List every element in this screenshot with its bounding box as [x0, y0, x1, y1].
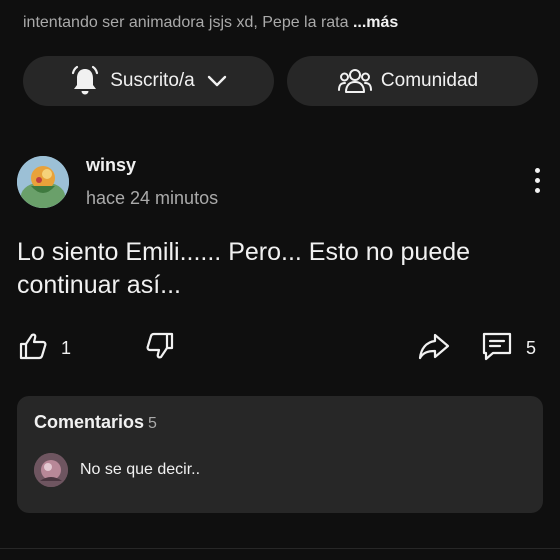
comments-count: 5 — [148, 415, 157, 432]
comment-icon — [480, 330, 514, 367]
people-icon — [337, 66, 373, 96]
more-options-icon[interactable] — [528, 168, 546, 196]
commenter-avatar — [34, 453, 68, 487]
post-text-line1: Lo siento Emili...... Pero... Esto no pu… — [17, 238, 471, 266]
comments-heading: Comentarios 5 — [34, 412, 157, 433]
like-count: 1 — [61, 338, 72, 358]
post-text-line2: continuar así... — [17, 271, 181, 299]
community-label: Comunidad — [380, 70, 479, 91]
top-comment-text: No se que decir.. — [80, 461, 201, 478]
thumbs-down-icon — [144, 330, 176, 367]
thumbs-up-icon — [17, 330, 49, 367]
comments-title: Comentarios — [34, 412, 145, 432]
share-button[interactable] — [417, 330, 451, 367]
subscribed-label: Suscrito/a — [110, 70, 195, 91]
chevron-down-icon — [205, 69, 229, 93]
comments-panel[interactable]: Comentarios 5 No se que decir.. — [17, 396, 543, 513]
like-button[interactable]: 1 — [17, 330, 71, 367]
divider — [0, 548, 560, 549]
post-timestamp: hace 24 minutos — [86, 188, 219, 208]
author-name[interactable]: winsy — [86, 155, 136, 176]
share-arrow-icon — [417, 330, 451, 367]
comment-count: 5 — [526, 338, 537, 358]
comments-button[interactable]: 5 — [480, 330, 536, 367]
subscribed-button[interactable]: Suscrito/a — [23, 56, 274, 106]
channel-description[interactable]: intentando ser animadora jsjs xd, Pepe l… — [23, 14, 543, 32]
bell-icon — [68, 64, 102, 98]
avatar[interactable] — [17, 156, 69, 208]
description-text: intentando ser animadora jsjs xd, Pepe l… — [23, 14, 353, 31]
post-text: Lo siento Emili...... Pero... Esto no pu… — [17, 236, 537, 302]
community-button[interactable]: Comunidad — [287, 56, 538, 106]
dislike-button[interactable] — [144, 330, 176, 367]
more-link[interactable]: ...más — [353, 14, 398, 31]
